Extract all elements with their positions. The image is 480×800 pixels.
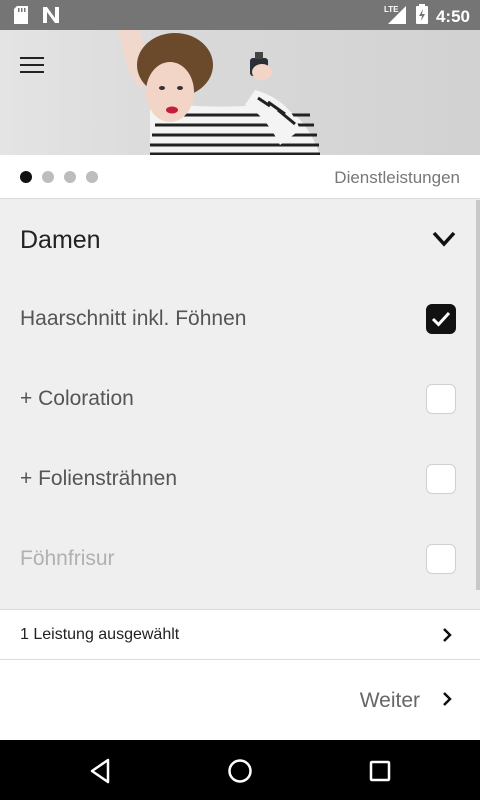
service-item-folienstraehnen[interactable]: + Foliensträhnen [0,440,476,520]
service-label: Haarschnitt inkl. Föhnen [20,307,247,330]
chevron-right-icon [442,691,452,712]
selection-count: 1 Leistung ausgewählt [20,626,180,643]
woman-with-perfume-photo [118,30,320,155]
status-bar: LTE 4:50 [0,0,480,30]
hamburger-menu-icon[interactable] [20,52,50,76]
service-item-foehnfrisur[interactable]: Föhnfrisur [0,520,476,600]
page-dot[interactable] [42,171,54,183]
service-checkbox[interactable] [426,544,456,574]
page-dot[interactable] [20,171,32,183]
page-indicator [20,171,98,183]
status-time: 4:50 [435,6,470,26]
service-item-haarschnitt[interactable]: Haarschnitt inkl. Föhnen [0,280,476,360]
svg-text:LTE: LTE [384,5,399,14]
service-label: Föhnfrisur [20,547,115,570]
service-checkbox[interactable] [426,384,456,414]
selection-summary[interactable]: 1 Leistung ausgewählt [0,609,480,660]
chevron-right-icon [442,627,452,648]
battery-charging-icon [415,4,428,29]
service-checkbox[interactable] [426,464,456,494]
services-list: Damen Haarschnitt inkl. Föhnen + Colorat… [0,200,480,600]
page-dot[interactable] [86,171,98,183]
category-header-damen[interactable]: Damen [0,200,476,280]
next-label: Weiter [359,689,420,712]
back-icon[interactable] [86,756,116,786]
carousel-pager: Dienstleistungen [0,155,480,199]
lte-signal-icon: LTE [384,4,408,29]
n-notification-icon [42,6,60,29]
chevron-down-icon[interactable] [432,230,456,253]
home-icon[interactable] [225,756,255,786]
service-checkbox[interactable] [426,304,456,334]
navigation-bar [0,740,480,800]
section-label: Dienstleistungen [334,168,460,187]
category-title: Damen [20,226,101,254]
service-label: + Coloration [20,387,134,410]
sd-card-icon [14,6,28,29]
service-label: + Foliensträhnen [20,467,178,490]
page-dot[interactable] [64,171,76,183]
service-item-coloration[interactable]: + Coloration [0,360,476,440]
scrollbar[interactable] [476,200,480,590]
next-button[interactable]: Weiter [0,660,480,740]
hero-banner [0,30,480,155]
recents-icon[interactable] [365,756,395,786]
